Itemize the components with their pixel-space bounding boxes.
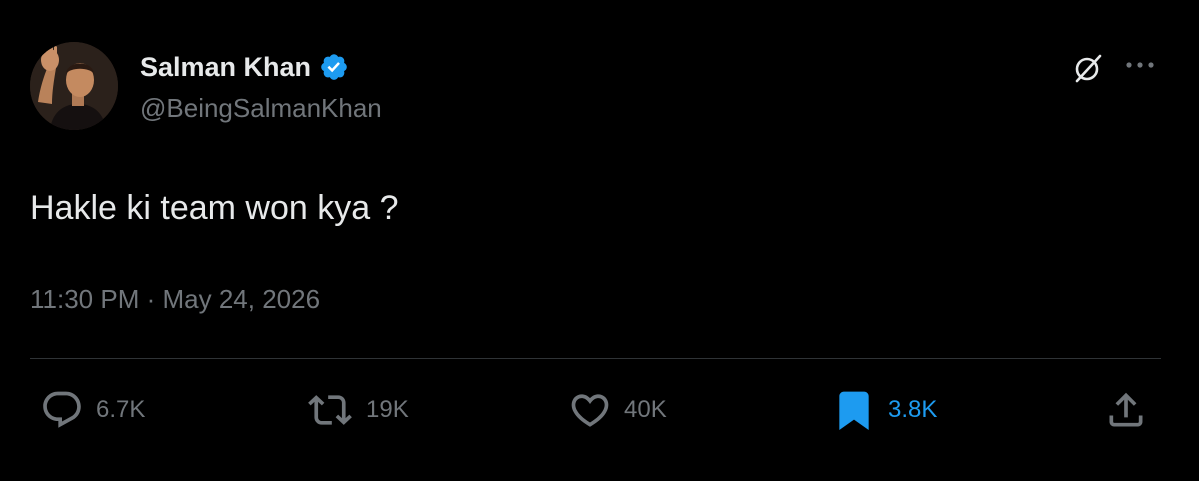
reply-button[interactable]: 6.7K (40, 388, 145, 432)
like-button[interactable]: 40K (568, 388, 667, 432)
tweet-card: Salman Khan @BeingSalmanKhan Hakle ki te… (0, 0, 1199, 481)
avatar[interactable] (30, 42, 118, 130)
share-icon (1109, 392, 1143, 427)
bookmark-button[interactable]: 3.8K (832, 388, 937, 432)
bookmark-icon (839, 391, 869, 431)
divider (30, 358, 1161, 359)
avatar-image (30, 42, 118, 130)
reply-count: 6.7K (96, 396, 146, 423)
like-count: 40K (624, 396, 667, 423)
repost-icon (308, 395, 352, 425)
reply-icon (43, 391, 81, 428)
verified-badge-icon (319, 52, 349, 82)
tweet-date[interactable]: May 24, 2026 (163, 284, 321, 314)
more-options-button[interactable] (1122, 50, 1158, 80)
grok-icon (1075, 54, 1102, 83)
name-row: Salman Khan (140, 50, 349, 84)
user-handle[interactable]: @BeingSalmanKhan (140, 92, 382, 124)
share-button[interactable] (1104, 388, 1148, 432)
repost-count: 19K (366, 396, 409, 423)
repost-button[interactable]: 19K (306, 388, 409, 432)
bookmark-count: 3.8K (888, 396, 938, 423)
grok-button[interactable] (1066, 46, 1110, 90)
more-icon (1126, 62, 1154, 68)
display-name[interactable]: Salman Khan (140, 50, 311, 84)
heart-icon (571, 394, 609, 427)
tweet-meta: 11:30 PM · May 24, 2026 (30, 282, 320, 316)
meta-separator: · (146, 284, 156, 314)
tweet-text: Hakle ki team won kya ? (30, 189, 399, 227)
tweet-time[interactable]: 11:30 PM (30, 284, 139, 314)
